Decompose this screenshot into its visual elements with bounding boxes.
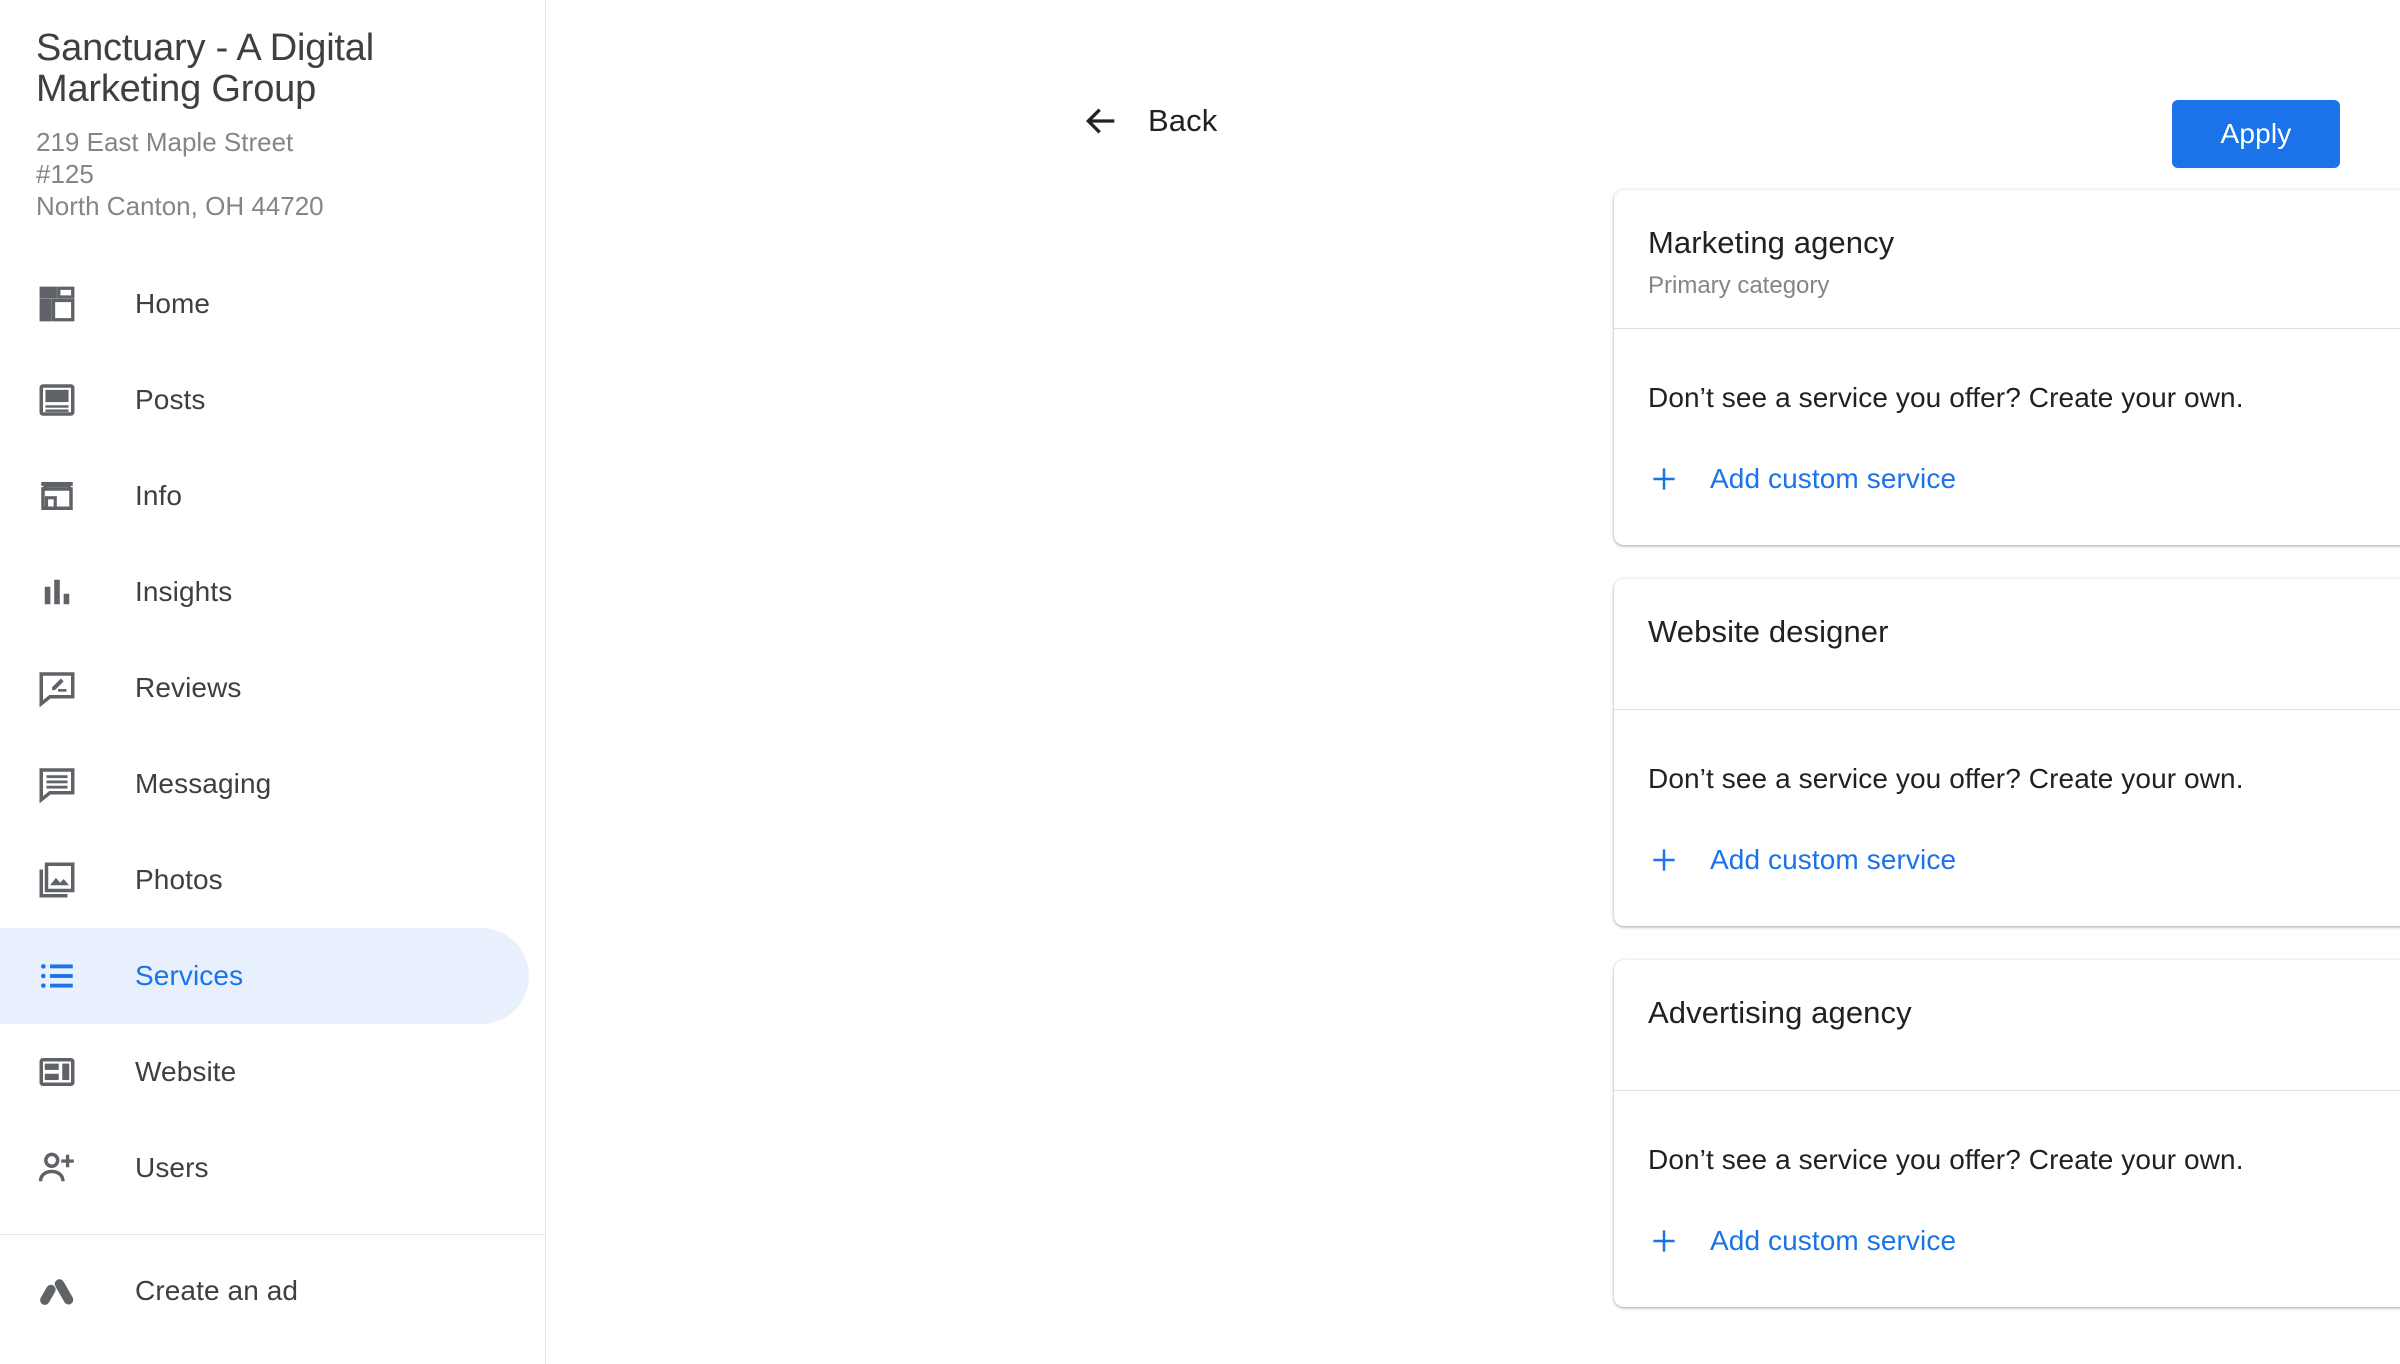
service-card-title: Advertising agency bbox=[1648, 995, 1912, 1030]
sidebar-item-label: Posts bbox=[135, 384, 206, 415]
sidebar-item-reviews[interactable]: Reviews bbox=[0, 640, 529, 736]
storefront-icon bbox=[36, 475, 78, 517]
service-card: Website designer Don’t see a service you… bbox=[1614, 579, 2400, 926]
add-custom-service-button[interactable]: Add custom service bbox=[1648, 844, 1956, 876]
app-root: Sanctuary - A Digital Marketing Group 21… bbox=[0, 0, 2400, 1364]
create-own-prompt: Don’t see a service you offer? Create yo… bbox=[1648, 382, 2244, 413]
bar-chart-icon bbox=[36, 571, 78, 613]
sidebar-item-label: Users bbox=[135, 1152, 209, 1183]
address-line-1: 219 East Maple Street bbox=[36, 127, 294, 157]
sidebar-item-posts[interactable]: Posts bbox=[0, 352, 529, 448]
business-header: Sanctuary - A Digital Marketing Group 21… bbox=[0, 28, 545, 222]
plus-icon bbox=[1648, 1225, 1680, 1257]
sidebar-item-label: Home bbox=[135, 288, 211, 319]
plus-icon bbox=[1648, 844, 1680, 876]
business-name: Sanctuary - A Digital Marketing Group bbox=[36, 27, 374, 110]
sidebar-item-info[interactable]: Info bbox=[0, 448, 529, 544]
apply-button[interactable]: Apply bbox=[2172, 100, 2340, 168]
dashboard-icon bbox=[36, 283, 78, 325]
add-custom-service-label: Add custom service bbox=[1710, 844, 1957, 875]
create-own-prompt: Don’t see a service you offer? Create yo… bbox=[1648, 1144, 2244, 1175]
sidebar-item-website[interactable]: Website bbox=[0, 1024, 529, 1120]
sidebar-item-home[interactable]: Home bbox=[0, 256, 529, 352]
sidebar-item-services[interactable]: Services bbox=[0, 928, 529, 1024]
service-card-title: Marketing agency bbox=[1648, 225, 1895, 260]
service-card: Marketing agency Primary category Don’t … bbox=[1614, 190, 2400, 545]
main-content: Back Apply Marketing agency Primary cate… bbox=[546, 0, 2400, 1364]
service-card-titles: Website designer bbox=[1648, 613, 2400, 651]
service-card-header: Advertising agency bbox=[1614, 960, 2400, 1091]
services-card-list: Marketing agency Primary category Don’t … bbox=[1614, 190, 2400, 1341]
message-icon bbox=[36, 763, 78, 805]
sidebar-item-users[interactable]: Users bbox=[0, 1120, 529, 1216]
arrow-left-icon bbox=[1080, 100, 1122, 142]
sidebar-item-label: Create an ad bbox=[135, 1275, 299, 1306]
person-add-icon bbox=[36, 1147, 78, 1189]
sidebar-bottom-nav: Create an ad bbox=[0, 1235, 545, 1339]
sidebar-item-photos[interactable]: Photos bbox=[0, 832, 529, 928]
address-line-3: North Canton, OH 44720 bbox=[36, 191, 324, 221]
service-card-body: Don’t see a service you offer? Create yo… bbox=[1614, 329, 2400, 545]
sidebar-item-label: Info bbox=[135, 480, 183, 511]
sidebar-item-messaging[interactable]: Messaging bbox=[0, 736, 529, 832]
plus-icon bbox=[1648, 463, 1680, 495]
add-custom-service-button[interactable]: Add custom service bbox=[1648, 1225, 1956, 1257]
create-own-prompt: Don’t see a service you offer? Create yo… bbox=[1648, 763, 2244, 794]
service-card-header: Website designer bbox=[1614, 579, 2400, 710]
service-card-header: Marketing agency Primary category bbox=[1614, 190, 2400, 329]
add-custom-service-button[interactable]: Add custom service bbox=[1648, 463, 1956, 495]
sidebar-item-label: Website bbox=[135, 1056, 237, 1087]
service-card-subtitle: Primary category bbox=[1648, 272, 1830, 299]
review-icon bbox=[36, 667, 78, 709]
address-line-2: #125 bbox=[36, 159, 94, 189]
sidebar-item-label: Insights bbox=[135, 576, 233, 607]
service-card-title: Website designer bbox=[1648, 614, 1889, 649]
sidebar-item-create-an-ad[interactable]: Create an ad bbox=[0, 1243, 529, 1339]
sidebar-item-label: Messaging bbox=[135, 768, 272, 799]
business-address: 219 East Maple Street #125 North Canton,… bbox=[36, 126, 509, 222]
service-card: Advertising agency Don’t see a service y… bbox=[1614, 960, 2400, 1307]
service-card-body: Don’t see a service you offer? Create yo… bbox=[1614, 1091, 2400, 1307]
sidebar-nav: Home Posts Info Insights Reviews Messagi… bbox=[0, 256, 545, 1339]
sidebar-item-label: Reviews bbox=[135, 672, 242, 703]
page-toolbar: Back Apply bbox=[546, 0, 2400, 190]
sidebar-item-label: Services bbox=[135, 960, 244, 991]
photo-library-icon bbox=[36, 859, 78, 901]
sidebar-item-insights[interactable]: Insights bbox=[0, 544, 529, 640]
service-card-titles: Marketing agency Primary category bbox=[1648, 224, 2400, 300]
sidebar: Sanctuary - A Digital Marketing Group 21… bbox=[0, 0, 546, 1364]
posts-icon bbox=[36, 379, 78, 421]
service-card-body: Don’t see a service you offer? Create yo… bbox=[1614, 710, 2400, 926]
add-custom-service-label: Add custom service bbox=[1710, 1225, 1957, 1256]
add-custom-service-label: Add custom service bbox=[1710, 463, 1957, 494]
back-label: Back bbox=[1148, 103, 1218, 138]
service-card-titles: Advertising agency bbox=[1648, 994, 2400, 1032]
web-layout-icon bbox=[36, 1051, 78, 1093]
list-icon bbox=[36, 955, 78, 997]
back-button[interactable]: Back bbox=[1080, 100, 1217, 142]
sidebar-item-label: Photos bbox=[135, 864, 223, 895]
google-ads-icon bbox=[36, 1270, 78, 1312]
